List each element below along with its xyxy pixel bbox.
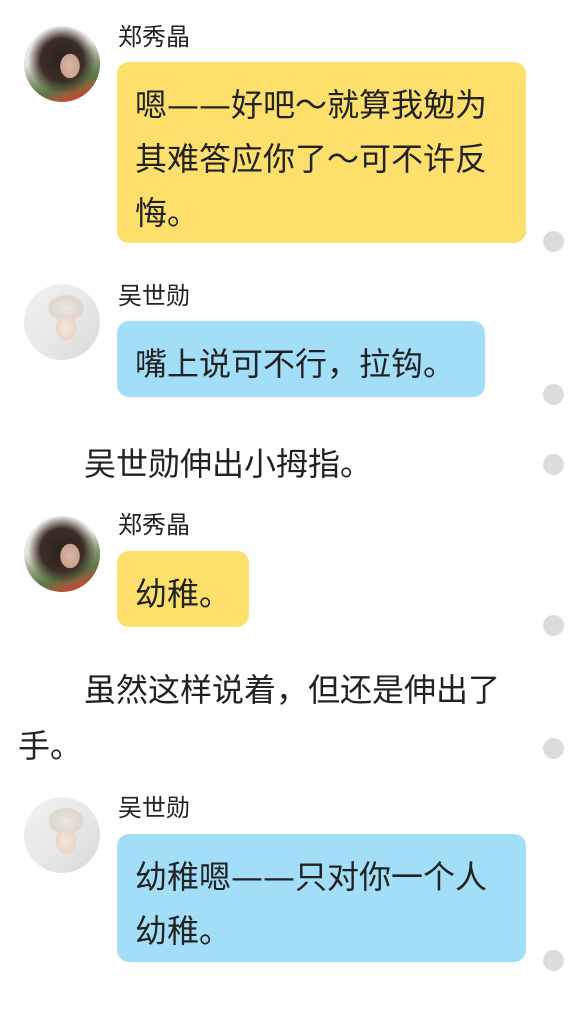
status-dot[interactable] [543, 738, 564, 759]
speaker-name: 郑秀晶 [118, 511, 190, 539]
chat-bubble[interactable]: 幼稚。 [117, 551, 249, 627]
chat-bubble[interactable]: 嘴上说可不行，拉钩。 [117, 321, 485, 397]
status-dot[interactable] [543, 231, 564, 252]
avatar-wu-shixun[interactable] [24, 797, 100, 873]
chat-bubble[interactable]: 幼稚嗯——只对你一个人幼稚。 [117, 834, 526, 962]
avatar-zheng-xiujing[interactable] [24, 516, 100, 592]
status-dot[interactable] [543, 384, 564, 405]
status-dot[interactable] [543, 615, 564, 636]
narration-text: 虽然这样说着，但还是伸出了手。 [18, 671, 501, 765]
status-dot[interactable] [543, 454, 564, 475]
narration-text: 吴世勋伸出小拇指。 [84, 445, 373, 483]
avatar-wu-shixun[interactable] [24, 284, 100, 360]
speaker-name: 吴世勋 [118, 794, 190, 822]
avatar-zheng-xiujing[interactable] [24, 26, 100, 102]
speaker-name: 吴世勋 [118, 282, 190, 310]
speaker-name: 郑秀晶 [118, 23, 190, 51]
status-dot[interactable] [543, 950, 564, 971]
chat-bubble[interactable]: 嗯——好吧～就算我勉为其难答应你了～可不许反悔。 [117, 62, 526, 243]
